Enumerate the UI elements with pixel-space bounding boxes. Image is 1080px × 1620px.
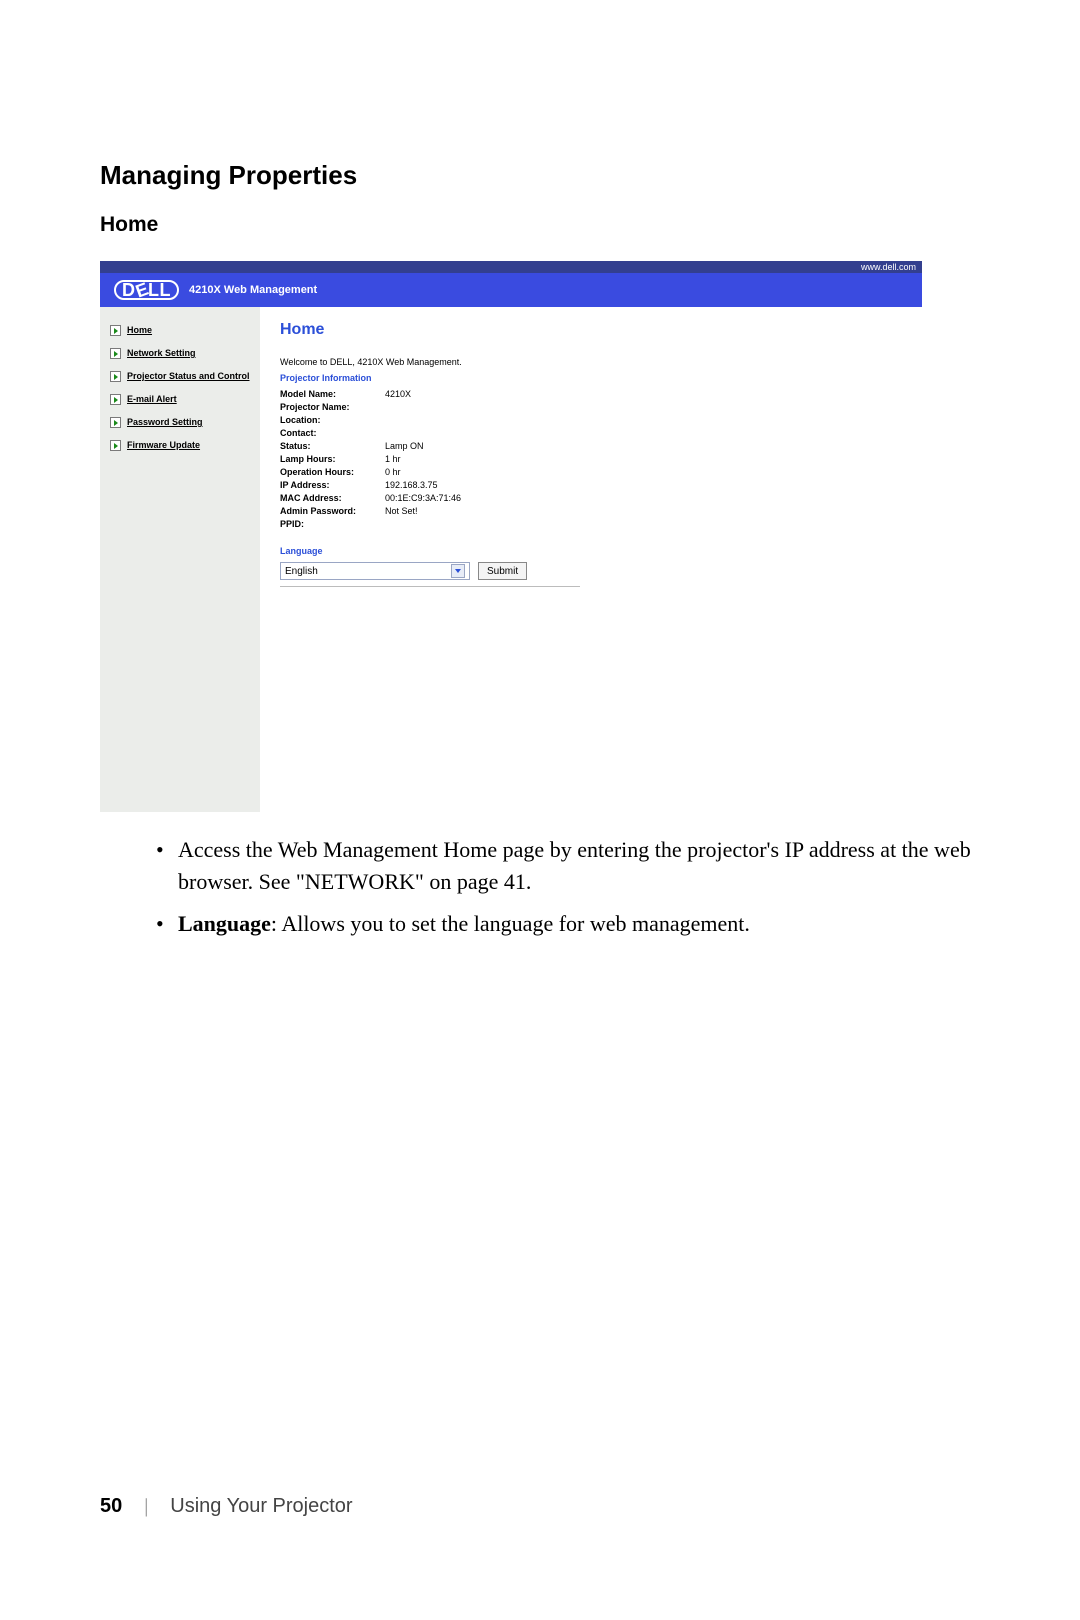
submit-button[interactable]: Submit <box>478 562 527 580</box>
value: 4210X <box>385 389 902 399</box>
nav-label: Password Setting <box>127 417 203 428</box>
label: MAC Address: <box>280 493 385 503</box>
footer-separator: | <box>144 1495 148 1518</box>
value: Lamp ON <box>385 441 902 451</box>
arrow-right-icon <box>110 440 121 451</box>
bullet-access: Access the Web Management Home page by e… <box>156 834 980 898</box>
nav-network-setting[interactable]: Network Setting <box>110 348 252 359</box>
page-footer: 50 | Using Your Projector <box>100 1495 353 1518</box>
row-admin-password: Admin Password:Not Set! <box>280 506 902 516</box>
heading-managing-properties: Managing Properties <box>100 160 980 191</box>
content-title: Home <box>280 321 902 339</box>
language-select[interactable]: English <box>280 562 470 580</box>
row-model-name: Model Name:4210X <box>280 389 902 399</box>
label: Projector Name: <box>280 402 385 412</box>
value <box>385 415 902 425</box>
label: Admin Password: <box>280 506 385 516</box>
arrow-right-icon <box>110 348 121 359</box>
bullet-language: Language: Allows you to set the language… <box>156 908 980 940</box>
row-operation-hours: Operation Hours:0 hr <box>280 467 902 477</box>
content-panel: Home Welcome to DELL, 4210X Web Manageme… <box>260 307 922 812</box>
value: Not Set! <box>385 506 902 516</box>
row-projector-name: Projector Name: <box>280 402 902 412</box>
nav-label: Network Setting <box>127 348 196 359</box>
row-mac-address: MAC Address:00:1E:C9:3A:71:46 <box>280 493 902 503</box>
arrow-right-icon <box>110 394 121 405</box>
bullet-language-strong: Language <box>178 911 271 936</box>
value: 1 hr <box>385 454 902 464</box>
page-number: 50 <box>100 1495 122 1518</box>
label: Lamp Hours: <box>280 454 385 464</box>
row-location: Location: <box>280 415 902 425</box>
value <box>385 519 902 529</box>
label: Operation Hours: <box>280 467 385 477</box>
app-header-title: 4210X Web Management <box>189 284 317 296</box>
label: Contact: <box>280 428 385 438</box>
label: PPID: <box>280 519 385 529</box>
row-ppid: PPID: <box>280 519 902 529</box>
row-lamp-hours: Lamp Hours:1 hr <box>280 454 902 464</box>
label: Status: <box>280 441 385 451</box>
nav-label: Projector Status and Control <box>127 371 250 382</box>
nav-email-alert[interactable]: E-mail Alert <box>110 394 252 405</box>
nav-projector-status[interactable]: Projector Status and Control <box>110 371 252 382</box>
web-management-screenshot: www.dell.com DELL 4210X Web Management H… <box>100 261 922 812</box>
divider <box>280 586 580 587</box>
chevron-down-icon <box>451 564 465 578</box>
description-bullets: Access the Web Management Home page by e… <box>100 834 980 940</box>
nav-password-setting[interactable]: Password Setting <box>110 417 252 428</box>
value <box>385 402 902 412</box>
bullet-language-rest: : Allows you to set the language for web… <box>271 911 750 936</box>
footer-section-title: Using Your Projector <box>170 1495 352 1518</box>
sidebar: Home Network Setting Projector Status an… <box>100 307 260 812</box>
arrow-right-icon <box>110 371 121 382</box>
label: Location: <box>280 415 385 425</box>
arrow-right-icon <box>110 325 121 336</box>
value: 192.168.3.75 <box>385 480 902 490</box>
nav-home[interactable]: Home <box>110 325 252 336</box>
dell-logo: DELL <box>114 280 179 300</box>
section-projector-info: Projector Information <box>280 373 902 383</box>
label: Model Name: <box>280 389 385 399</box>
language-selected-value: English <box>285 566 318 577</box>
label: IP Address: <box>280 480 385 490</box>
url-bar: www.dell.com <box>100 261 922 273</box>
value: 00:1E:C9:3A:71:46 <box>385 493 902 503</box>
nav-label: E-mail Alert <box>127 394 177 405</box>
arrow-right-icon <box>110 417 121 428</box>
value <box>385 428 902 438</box>
value: 0 hr <box>385 467 902 477</box>
row-ip-address: IP Address:192.168.3.75 <box>280 480 902 490</box>
nav-firmware-update[interactable]: Firmware Update <box>110 440 252 451</box>
heading-home: Home <box>100 213 980 237</box>
app-header: DELL 4210X Web Management <box>100 273 922 307</box>
welcome-text: Welcome to DELL, 4210X Web Management. <box>280 357 902 367</box>
row-status: Status:Lamp ON <box>280 441 902 451</box>
nav-label: Firmware Update <box>127 440 200 451</box>
row-contact: Contact: <box>280 428 902 438</box>
nav-label: Home <box>127 325 152 336</box>
section-language: Language <box>280 546 902 556</box>
